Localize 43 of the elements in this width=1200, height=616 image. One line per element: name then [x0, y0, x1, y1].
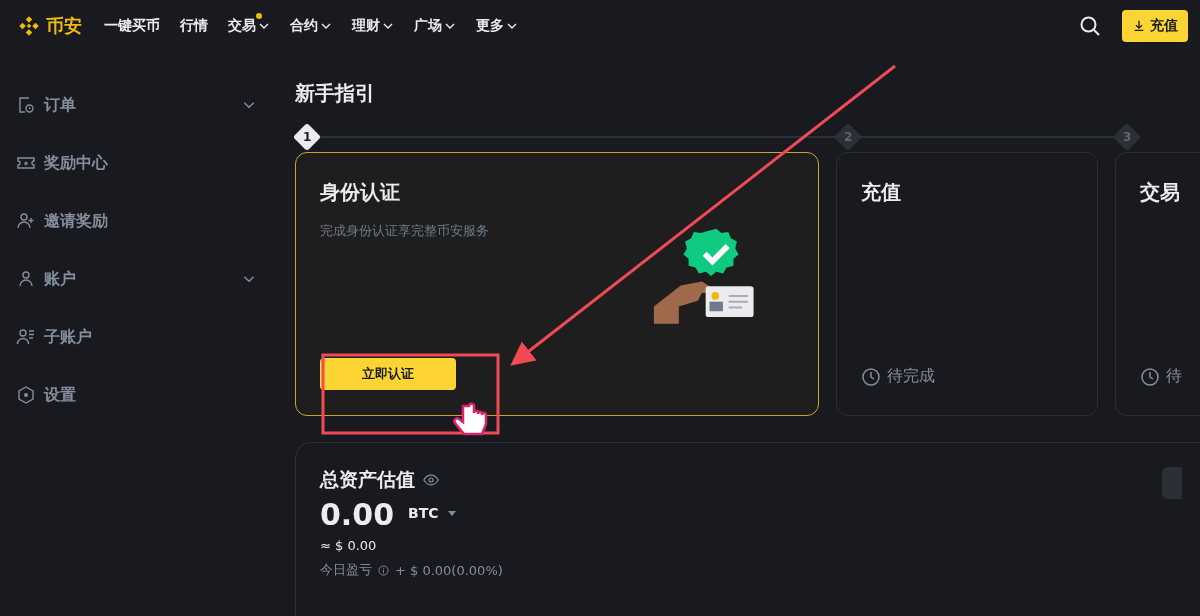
card-title: 身份认证	[320, 179, 401, 206]
nav-link[interactable]: 一键买币	[104, 17, 160, 35]
download-icon	[1132, 19, 1146, 33]
fiat-value: ≈ $ 0.00	[320, 538, 378, 553]
step-marker: 3	[1112, 122, 1142, 152]
status-text: 待	[1166, 366, 1182, 387]
clock-icon	[861, 366, 881, 387]
section-title: 新手指引	[295, 80, 376, 107]
sidebar-item[interactable]: 邀请奖励	[16, 192, 256, 250]
nav-link[interactable]: 广场	[414, 17, 456, 35]
sidebar-item[interactable]: 奖励中心	[16, 134, 256, 192]
step-marker: 2	[833, 122, 863, 152]
pnl-value: + $ 0.00(0.00%)	[395, 562, 503, 578]
pnl-label: 今日盈亏	[320, 561, 372, 579]
deposit-button[interactable]: 充值	[1122, 10, 1188, 42]
balance-amount: 0.00	[320, 497, 395, 532]
user-list-icon	[16, 327, 36, 347]
verify-button[interactable]: 立即认证	[320, 358, 456, 390]
nav-link[interactable]: 更多	[476, 17, 518, 35]
step-marker: 1	[292, 122, 322, 152]
document-clock-icon	[16, 95, 36, 115]
currency-selector[interactable]: BTC	[408, 504, 439, 521]
brand-name[interactable]: 币安	[46, 14, 82, 38]
eye-icon[interactable]	[423, 472, 439, 488]
card-title: 充值	[861, 179, 902, 206]
add-user-icon	[16, 211, 36, 231]
nav-link[interactable]: 理财	[352, 17, 394, 35]
search-icon[interactable]	[1078, 14, 1102, 38]
hexagon-icon	[16, 385, 36, 405]
sidebar-item[interactable]: 账户	[16, 250, 256, 308]
sidebar-item[interactable]: 子账户	[16, 308, 256, 366]
clock-icon	[1140, 366, 1160, 387]
card-title: 交易	[1140, 179, 1181, 206]
card-description: 完成身份认证享完整币安服务	[320, 222, 490, 240]
sidebar-item[interactable]: 设置	[16, 366, 256, 424]
user-icon	[16, 269, 36, 289]
status-text: 待完成	[887, 366, 935, 387]
assets-title: 总资产估值	[320, 467, 415, 492]
info-icon[interactable]	[378, 564, 389, 576]
nav-link[interactable]: 行情	[180, 17, 208, 35]
pointer-hand-icon	[453, 402, 488, 436]
sidebar-item[interactable]: 订单	[16, 76, 256, 134]
nav-link[interactable]: 合约	[290, 17, 332, 35]
